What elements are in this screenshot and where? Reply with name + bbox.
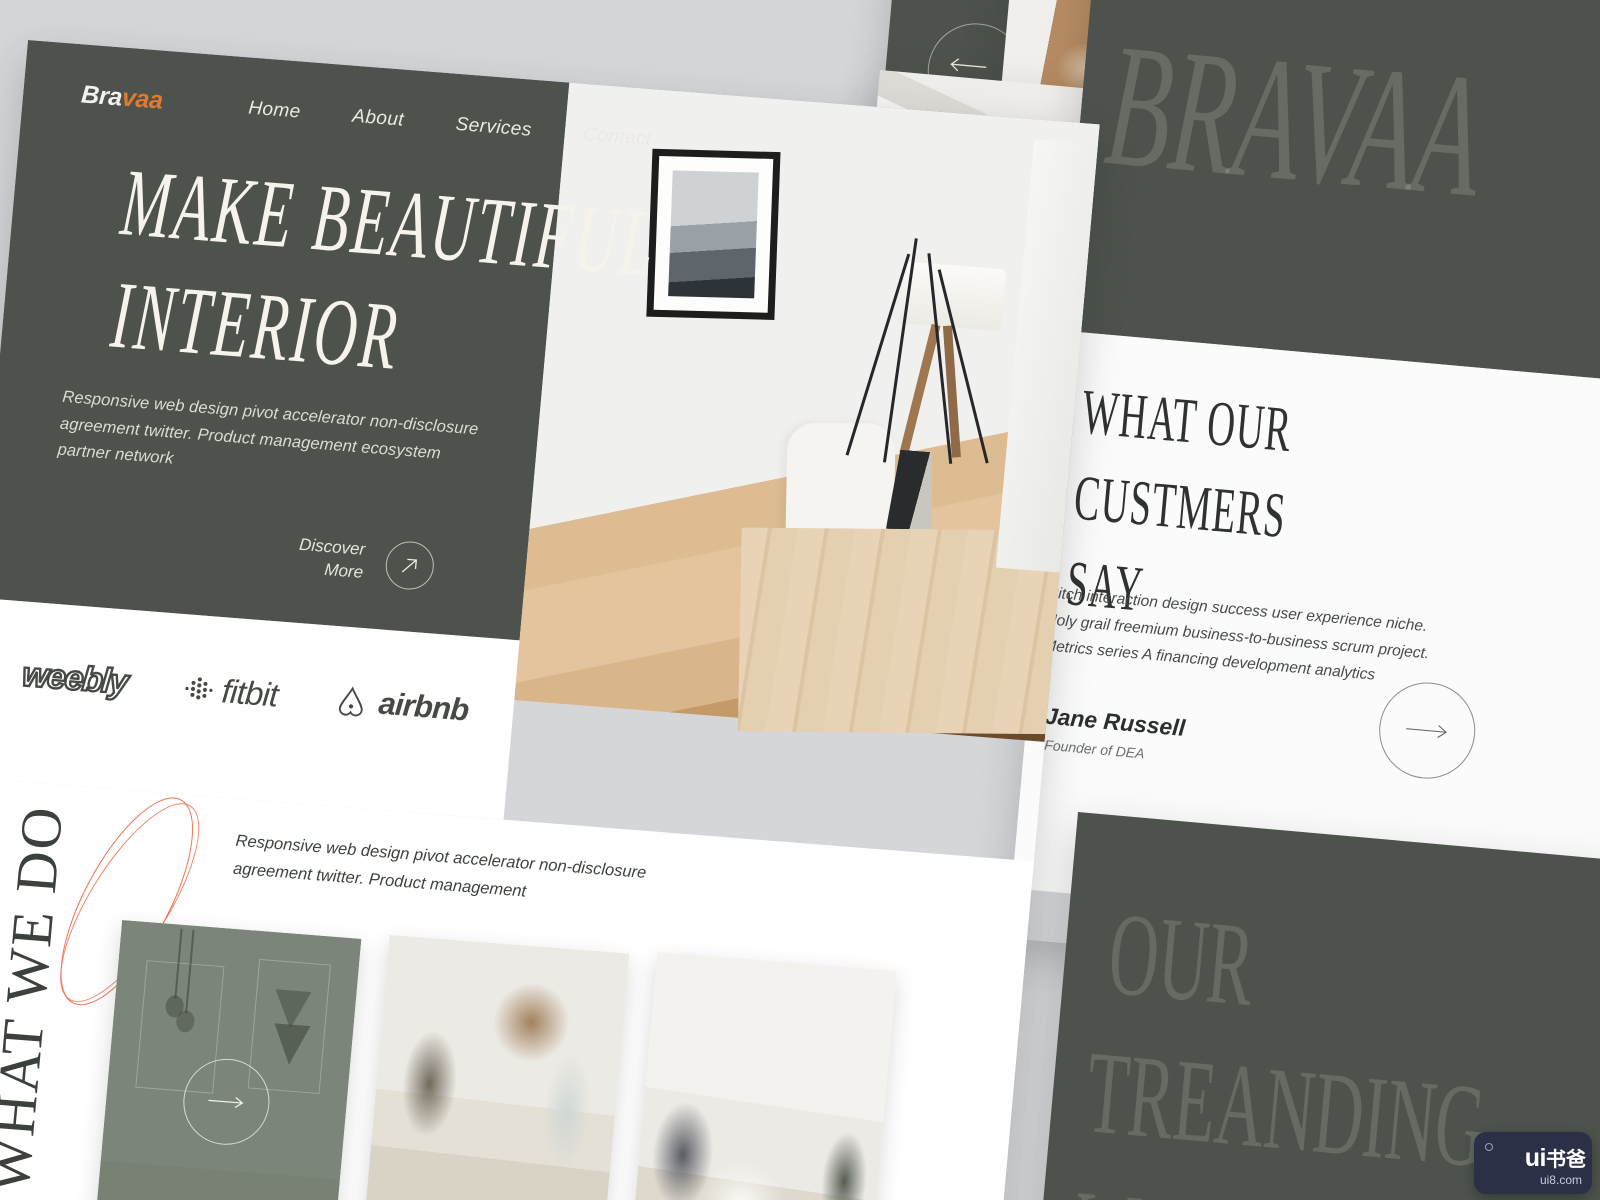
- discover-more-label: Discover More: [296, 534, 366, 585]
- discover-more-button[interactable]: [383, 539, 436, 592]
- brand-logo-fitbit-label: fitbit: [220, 671, 280, 714]
- work-cards: [91, 910, 1000, 1200]
- work-card-living-room[interactable]: [626, 952, 897, 1200]
- nav-item-services[interactable]: Services: [455, 113, 533, 141]
- work-card-bedroom[interactable]: [359, 935, 630, 1200]
- brand-logo-weebly[interactable]: weebly: [19, 654, 129, 702]
- airbnb-bello-icon: [339, 685, 364, 716]
- nav-item-about[interactable]: About: [351, 105, 405, 131]
- trending-heading-line-1: OUR: [1103, 887, 1260, 1031]
- brand-logos-row: weebly fitbit airbnb: [0, 653, 499, 731]
- nav-item-home[interactable]: Home: [247, 97, 302, 123]
- fitbit-dots-icon: [185, 676, 213, 699]
- ui8-site-url: ui8.com: [1539, 1173, 1582, 1187]
- testimonial-next-button[interactable]: [1375, 678, 1480, 783]
- brand-logo-airbnb-label: airbnb: [377, 685, 471, 728]
- arrow-right-icon: [208, 1096, 244, 1108]
- testimonial-heading-line-2: CUSTMERS: [1071, 461, 1290, 552]
- nav-item-contact[interactable]: Contact: [582, 123, 653, 150]
- testimonial-olive-band: BRAVAA: [1061, 0, 1600, 393]
- landing-page-mockup: Bravaa Home About Services Contact MAKE …: [0, 40, 1100, 1200]
- what-we-do-description: Responsive web design pivot accelerator …: [232, 831, 648, 901]
- logo-part-2: vaa: [120, 83, 164, 115]
- ui8-logo-cjk: 书爸: [1546, 1149, 1586, 1171]
- screenshot-canvas: BRAVAA WHAT OUR CUSTMERS SAY Pitch inter…: [0, 0, 1600, 1200]
- arrow-left-icon: [950, 58, 987, 72]
- ui8-logo-text: ui: [1524, 1144, 1547, 1172]
- discover-more-line-2: More: [323, 559, 364, 582]
- bravaa-watermark: BRAVAA: [1098, 7, 1489, 235]
- arrow-right-icon: [1406, 725, 1448, 738]
- what-we-do-vertical-label: WHAT WE DO: [0, 803, 76, 1196]
- pendant-lights-icon: [165, 928, 195, 1033]
- testimonial-heading-line-1: WHAT OUR: [1079, 375, 1296, 466]
- ui8-logo: ui书爸: [1474, 1143, 1586, 1173]
- brand-logo-airbnb[interactable]: airbnb: [333, 682, 470, 728]
- logo-part-1: Bra: [80, 80, 124, 112]
- what-we-do-section: Responsive web design pivot accelerator …: [0, 777, 1034, 1200]
- arrow-up-right-icon: [401, 558, 418, 573]
- testimonial-author-role: Founder of DEA: [1043, 736, 1146, 762]
- brand-logo-fitbit[interactable]: fitbit: [183, 669, 280, 714]
- ui8-watermark-badge: ui书爸 ui8.com: [1474, 1132, 1592, 1194]
- work-card-lighting[interactable]: [91, 920, 362, 1200]
- testimonial-author-name: Jane Russell: [1043, 702, 1187, 741]
